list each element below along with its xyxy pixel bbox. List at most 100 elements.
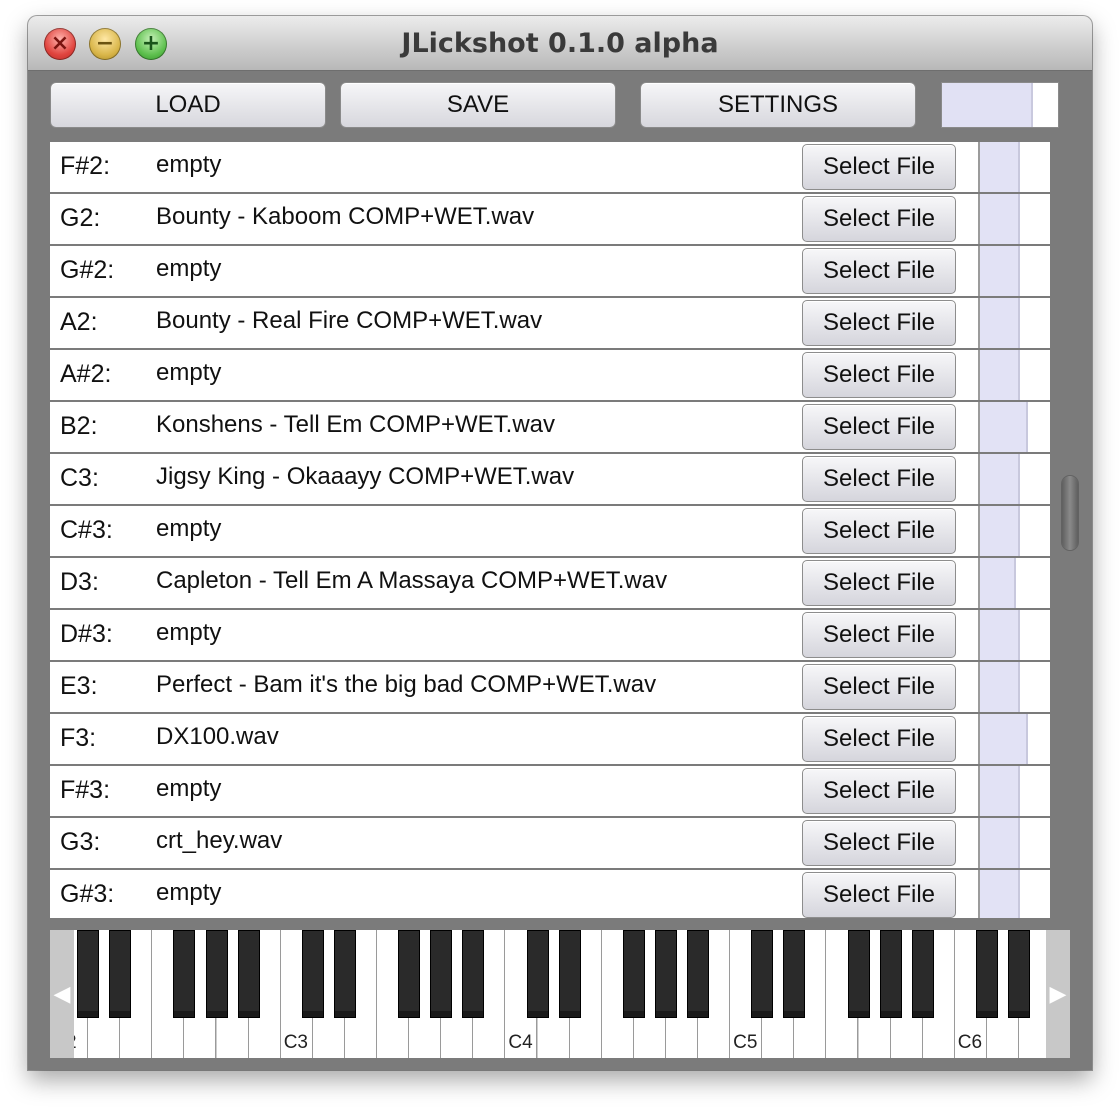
scroll-right-arrow-icon[interactable]: ▶	[1046, 930, 1070, 1058]
piano-black-key[interactable]	[847, 930, 870, 1018]
sample-row: G3: crt_hey.wav Select File	[50, 818, 1050, 868]
row-volume-slider[interactable]	[978, 610, 1038, 660]
row-volume-fill	[980, 298, 1020, 348]
row-volume-fill	[980, 714, 1028, 764]
note-label: D#3:	[60, 620, 113, 648]
piano-black-key[interactable]	[333, 930, 356, 1018]
select-file-button[interactable]: Select File	[802, 820, 956, 866]
note-label: A2:	[60, 308, 98, 336]
select-file-button[interactable]: Select File	[802, 664, 956, 710]
piano-black-key[interactable]	[751, 930, 774, 1018]
row-volume-fill	[980, 402, 1028, 452]
note-label: G2:	[60, 204, 101, 232]
sample-row: A#2: empty Select File	[50, 350, 1050, 400]
select-file-button[interactable]: Select File	[802, 872, 956, 918]
piano-black-key[interactable]	[430, 930, 453, 1018]
row-volume-fill	[980, 662, 1020, 712]
note-label: A#2:	[60, 360, 112, 388]
piano-black-key[interactable]	[783, 930, 806, 1018]
piano-black-key[interactable]	[654, 930, 677, 1018]
sample-row: G2: Bounty - Kaboom COMP+WET.wav Select Fi…	[50, 194, 1050, 244]
piano-black-key[interactable]	[462, 930, 485, 1018]
row-volume-slider[interactable]	[978, 246, 1038, 296]
sample-row: F#3: empty Select File	[50, 766, 1050, 816]
file-name: Bounty - Real Fire COMP+WET.wav	[156, 307, 543, 334]
row-volume-fill	[980, 766, 1020, 816]
select-file-button[interactable]: Select File	[802, 612, 956, 658]
row-volume-slider[interactable]	[978, 506, 1038, 556]
load-button[interactable]: LOAD	[50, 82, 326, 128]
note-label: E3:	[60, 672, 98, 700]
piano-black-key[interactable]	[879, 930, 902, 1018]
piano-black-key[interactable]	[205, 930, 228, 1018]
row-volume-slider[interactable]	[978, 558, 1038, 608]
row-volume-fill	[980, 870, 1020, 918]
sample-row: F3: DX100.wav Select File	[50, 714, 1050, 764]
file-name: Jigsy King - Okaaayy COMP+WET.wav	[156, 463, 575, 490]
row-volume-slider[interactable]	[978, 870, 1038, 918]
select-file-button[interactable]: Select File	[802, 768, 956, 814]
piano-black-key[interactable]	[975, 930, 998, 1018]
piano-black-key[interactable]	[687, 930, 709, 1018]
piano-black-key[interactable]	[1008, 930, 1030, 1018]
note-label: G3:	[60, 828, 101, 856]
file-name: empty	[156, 359, 222, 386]
row-volume-slider[interactable]	[978, 350, 1038, 400]
note-label: C3:	[60, 464, 99, 492]
select-file-button[interactable]: Select File	[802, 300, 956, 346]
row-volume-slider[interactable]	[978, 818, 1038, 868]
select-file-button[interactable]: Select File	[802, 248, 956, 294]
piano-keyboard: C3C4C5C62 ◀ ▶	[50, 930, 1070, 1058]
row-volume-slider[interactable]	[978, 662, 1038, 712]
row-volume-fill	[980, 194, 1020, 244]
select-file-button[interactable]: Select File	[802, 144, 956, 190]
settings-button[interactable]: SETTINGS	[640, 82, 916, 128]
row-volume-slider[interactable]	[978, 766, 1038, 816]
row-volume-slider[interactable]	[978, 194, 1038, 244]
row-volume-fill	[980, 818, 1020, 868]
piano-black-key[interactable]	[301, 930, 324, 1018]
master-volume-fill	[942, 83, 1033, 127]
select-file-button[interactable]: Select File	[802, 404, 956, 450]
sample-list-scrollbar[interactable]	[1050, 142, 1092, 918]
file-name: Bounty - Kaboom COMP+WET.wav	[156, 203, 535, 230]
select-file-button[interactable]: Select File	[802, 196, 956, 242]
scrollbar-thumb[interactable]	[1062, 476, 1078, 550]
piano-black-key[interactable]	[77, 930, 100, 1018]
title-bar[interactable]: × − + JLickshot 0.1.0 alpha	[28, 16, 1092, 71]
row-volume-fill	[980, 506, 1020, 556]
row-volume-slider[interactable]	[978, 454, 1038, 504]
sample-row: D#3: empty Select File	[50, 610, 1050, 660]
select-file-button[interactable]: Select File	[802, 716, 956, 762]
row-volume-slider[interactable]	[978, 142, 1038, 192]
select-file-button[interactable]: Select File	[802, 456, 956, 502]
window-title: JLickshot 0.1.0 alpha	[401, 28, 719, 59]
row-volume-fill	[980, 350, 1020, 400]
row-volume-slider[interactable]	[978, 402, 1038, 452]
master-volume-slider[interactable]	[941, 82, 1059, 128]
row-volume-fill	[980, 454, 1020, 504]
sample-row: G#2: empty Select File	[50, 246, 1050, 296]
piano-black-key[interactable]	[237, 930, 260, 1018]
piano-black-key[interactable]	[622, 930, 645, 1018]
piano-black-key[interactable]	[173, 930, 196, 1018]
save-button[interactable]: SAVE	[340, 82, 616, 128]
piano-black-key[interactable]	[911, 930, 934, 1018]
note-label: G#2:	[60, 256, 115, 284]
piano-black-key[interactable]	[398, 930, 421, 1018]
row-volume-slider[interactable]	[978, 298, 1038, 348]
octave-label: C4	[508, 1032, 533, 1053]
row-volume-slider[interactable]	[978, 714, 1038, 764]
piano-black-key[interactable]	[558, 930, 581, 1018]
piano-black-key[interactable]	[109, 930, 132, 1018]
octave-label: C6	[957, 1032, 983, 1053]
file-name: Capleton - Tell Em A Massaya COMP+WET.wa…	[156, 567, 668, 594]
select-file-button[interactable]: Select File	[802, 508, 956, 554]
scroll-left-arrow-icon[interactable]: ◀	[50, 930, 74, 1058]
select-file-button[interactable]: Select File	[802, 352, 956, 398]
select-file-button[interactable]: Select File	[802, 560, 956, 606]
row-volume-fill	[980, 142, 1020, 192]
note-label: C#3:	[60, 516, 113, 544]
piano-black-key[interactable]	[526, 930, 549, 1018]
sample-row: E3: Perfect - Bam it's the big bad COMP+W…	[50, 662, 1050, 712]
